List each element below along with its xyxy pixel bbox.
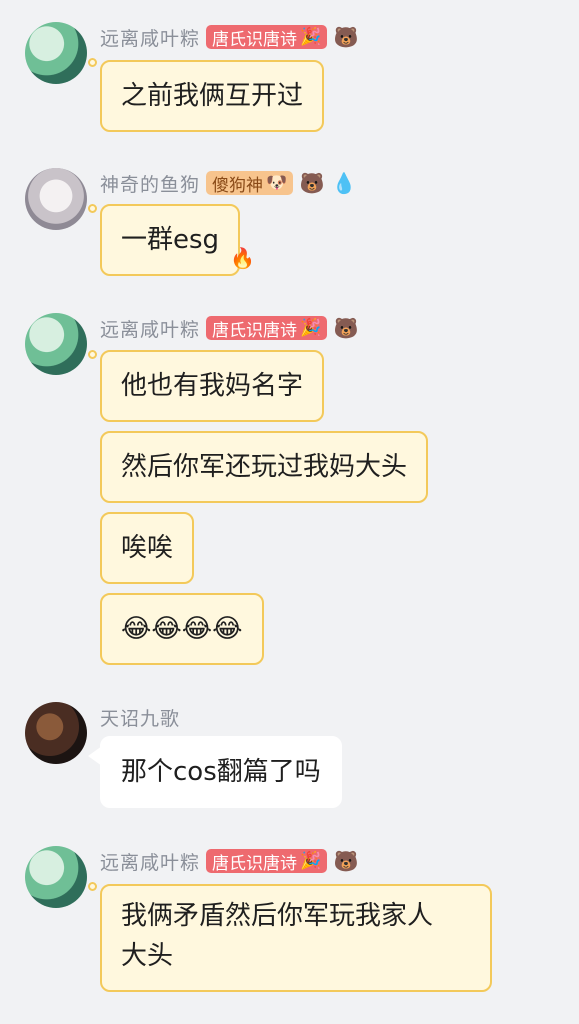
badge-label: 唐氏识唐诗	[212, 853, 298, 874]
title-badge[interactable]: 唐氏识唐诗 🎉	[206, 25, 328, 50]
firework-icon: 🎉	[300, 318, 322, 338]
message-bubble[interactable]: 他也有我妈名字	[100, 350, 325, 422]
sender-name[interactable]: 远离咸叶粽	[100, 315, 200, 342]
message-text: 那个cos翻篇了吗	[121, 757, 321, 787]
message-bubble[interactable]: 之前我俩互开过	[100, 60, 325, 132]
badge-label: 傻狗神	[212, 175, 264, 196]
bubble-tail	[88, 882, 97, 891]
avatar[interactable]	[25, 168, 87, 230]
bear-face-icon[interactable]: 🐻	[333, 315, 359, 341]
title-badge[interactable]: 唐氏识唐诗 🎉	[206, 316, 328, 341]
sender-name[interactable]: 神奇的鱼狗	[100, 170, 200, 197]
bubble-tail	[88, 204, 97, 213]
sender-name[interactable]: 远离咸叶粽	[100, 24, 200, 51]
message-text: 然后你军还玩过我妈大头	[121, 452, 408, 482]
avatar[interactable]	[25, 702, 87, 764]
message-bubble[interactable]: 那个cos翻篇了吗	[100, 736, 342, 808]
sender-row: 天诏九歌	[100, 704, 180, 730]
message-text: 之前我俩互开过	[121, 81, 304, 111]
firework-icon: 🎉	[300, 851, 322, 871]
sender-row: 远离咸叶粽 唐氏识唐诗 🎉 🐻	[100, 315, 359, 341]
firework-icon: 🎉	[300, 27, 322, 47]
sender-name[interactable]: 天诏九歌	[100, 704, 180, 731]
sender-row: 远离咸叶粽 唐氏识唐诗 🎉 🐻	[100, 24, 359, 50]
message-text-line: 大头	[121, 941, 174, 971]
message-bubble[interactable]: 我俩矛盾然后你军玩我家人 大头	[100, 884, 492, 992]
bubble-tail	[88, 350, 97, 359]
bear-face-icon[interactable]: 🐻	[333, 848, 359, 874]
message-bubble[interactable]: 😂😂😂😂	[100, 593, 264, 665]
avatar[interactable]	[25, 22, 87, 84]
crown-bear-icon[interactable]: 🐻	[299, 170, 325, 196]
flame-icon: 🔥	[230, 246, 255, 270]
title-badge[interactable]: 傻狗神 🐶	[206, 171, 294, 196]
sender-row: 神奇的鱼狗 傻狗神 🐶 🐻 💧	[100, 170, 357, 196]
message-text-line: 我俩矛盾然后你军玩我家人	[121, 901, 434, 931]
message-bubble[interactable]: 一群esg	[100, 204, 241, 276]
bear-face-icon[interactable]: 🐻	[333, 24, 359, 50]
avatar[interactable]	[25, 313, 87, 375]
dog-face-icon: 🐶	[266, 173, 288, 193]
message-text: 他也有我妈名字	[121, 371, 304, 401]
bubble-tail	[88, 58, 97, 67]
message-text: 一群esg	[121, 225, 220, 255]
sender-name[interactable]: 远离咸叶粽	[100, 848, 200, 875]
badge-label: 唐氏识唐诗	[212, 29, 298, 50]
message-bubble[interactable]: 然后你军还玩过我妈大头	[100, 431, 429, 503]
badge-label: 唐氏识唐诗	[212, 320, 298, 341]
sender-row: 远离咸叶粽 唐氏识唐诗 🎉 🐻	[100, 848, 359, 874]
water-drop-icon[interactable]: 💧	[331, 170, 357, 196]
message-bubble[interactable]: 唉唉	[100, 512, 195, 584]
message-text: 😂😂😂😂	[121, 614, 243, 644]
title-badge[interactable]: 唐氏识唐诗 🎉	[206, 849, 328, 874]
message-text: 唉唉	[121, 533, 174, 563]
avatar[interactable]	[25, 846, 87, 908]
